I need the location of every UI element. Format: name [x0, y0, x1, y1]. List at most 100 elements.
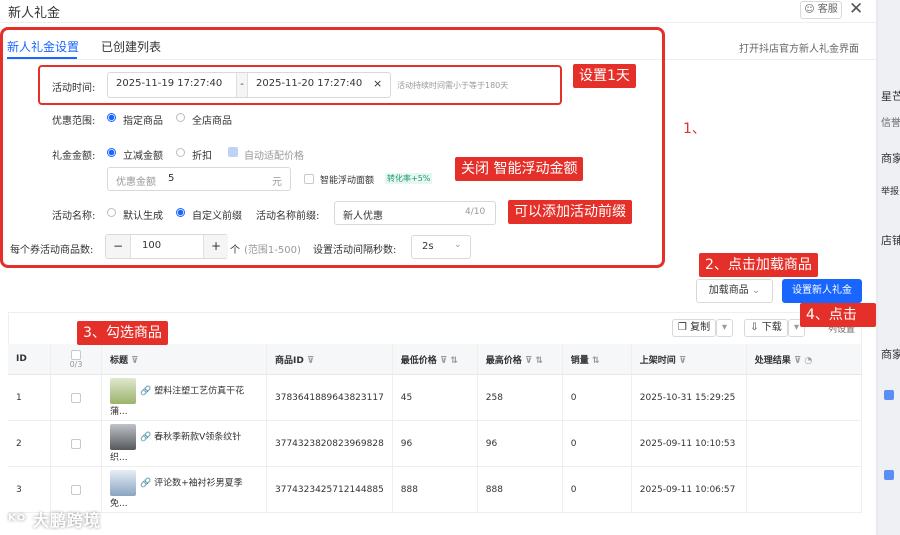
filter-icon[interactable]: ⊽ — [131, 356, 138, 366]
header-result: 处理结果 ⊽ ◔ — [746, 344, 863, 375]
header-listed-time: 上架时间 ⊽ — [631, 344, 747, 375]
watermark-logo: ᴷᴼ 大鹏跨境 — [8, 511, 101, 530]
cell-product-id: 3783641889643823117 — [266, 374, 393, 421]
chevron-down-icon: ▾ — [793, 322, 800, 333]
sort-icon[interactable]: ⇅ — [450, 356, 458, 366]
filter-icon[interactable]: ⊽ — [307, 356, 314, 366]
table-row[interactable]: 2 🔗 春秋季新款V领条纹针织... 3774323820823969828 9… — [8, 420, 863, 467]
setup-gift-button[interactable]: 设置新人礼金 — [782, 279, 862, 303]
cell-title: 🔗 评论数+袖衬衫男夏季免... — [101, 466, 267, 513]
cell-id: 3 — [8, 466, 51, 513]
filter-icon[interactable]: ⊽ — [794, 356, 801, 366]
annotation-click-load: 2、点击加载商品 — [699, 253, 818, 277]
cell-listed-time: 2025-09-11 10:06:57 — [631, 466, 747, 513]
cell-max-price: 888 — [477, 466, 563, 513]
watermark-text: 大鹏跨境 — [32, 511, 101, 530]
link-icon[interactable]: 🔗 — [140, 387, 151, 397]
link-icon[interactable]: 🔗 — [140, 479, 151, 489]
cell-max-price: 258 — [477, 374, 563, 421]
row-checkbox[interactable] — [71, 438, 81, 449]
chevron-down-icon: ▾ — [721, 322, 728, 333]
header-time-label: 上架时间 — [639, 355, 676, 366]
header-title: 标题 ⊽ — [101, 344, 267, 375]
header-sales-label: 销量 — [570, 355, 589, 366]
header-max-label: 最高价格 — [485, 355, 522, 366]
bg-text: 星芒 — [881, 90, 900, 103]
cell-min-price: 45 — [392, 374, 478, 421]
new-user-gift-dialog: 新人礼金 ☺ 客服 ✕ 新人礼金设置 已创建列表 打开抖店官方新人礼金界面 活动… — [0, 0, 876, 535]
cell-sales: 0 — [562, 374, 632, 421]
row-checkbox[interactable] — [71, 392, 81, 403]
cell-sales: 0 — [562, 466, 632, 513]
load-goods-label: 加载商品 — [708, 285, 749, 296]
copy-button[interactable]: ❐ 复制 — [672, 319, 716, 337]
filter-icon[interactable]: ⊽ — [679, 356, 686, 366]
cell-select — [50, 420, 102, 467]
product-thumbnail — [110, 424, 136, 450]
header-product-id: 商品ID ⊽ — [266, 344, 393, 375]
sort-icon[interactable]: ⇅ — [535, 356, 543, 366]
goods-table: ID 0/3 标题 ⊽ 商品ID ⊽ 最低价格 ⊽ ⇅ 最高价格 ⊽ ⇅ 销量 … — [8, 344, 863, 513]
load-goods-button[interactable]: 加载商品 ⌄ — [696, 279, 773, 303]
open-official-link[interactable]: 打开抖店官方新人礼金界面 — [739, 40, 859, 55]
annotation-set-one-day: 设置1天 — [573, 64, 636, 88]
annotation-add-prefix: 可以添加活动前缀 — [508, 200, 632, 224]
bg-icon — [884, 470, 894, 480]
cell-product-id: 3774323425712144885 — [266, 466, 393, 513]
cell-title: 🔗 春秋季新款V领条纹针织... — [101, 420, 267, 467]
cell-max-price: 96 — [477, 420, 563, 467]
close-icon[interactable]: ✕ — [849, 0, 863, 19]
header-title-label: 标题 — [110, 355, 129, 366]
header-result-label: 处理结果 — [754, 355, 791, 366]
header-sales: 销量 ⇅ — [562, 344, 632, 375]
download-button[interactable]: ⇩ 下载 — [744, 319, 788, 337]
annotation-select-goods: 3、勾选商品 — [77, 321, 168, 345]
filter-icon[interactable]: ⊽ — [440, 356, 447, 366]
header-select: 0/3 — [50, 344, 102, 375]
bg-text: 店铺 — [881, 234, 900, 247]
header-pid-label: 商品ID — [275, 355, 304, 366]
copy-label: 复制 — [690, 322, 711, 333]
divider — [0, 22, 876, 23]
cell-sales: 0 — [562, 420, 632, 467]
download-label: 下载 — [761, 322, 782, 333]
dialog-title: 新人礼金 — [8, 6, 61, 21]
cell-select — [50, 374, 102, 421]
cell-result — [746, 420, 863, 467]
bg-text: 商家 — [881, 348, 900, 361]
cell-result — [746, 466, 863, 513]
link-icon[interactable]: 🔗 — [140, 433, 151, 443]
chevron-down-icon: ⌄ — [751, 285, 761, 296]
sort-icon[interactable]: ⇅ — [592, 356, 600, 366]
bg-text: 举报 — [881, 187, 900, 197]
annotation-click-setup: 4、点击设置 — [800, 303, 876, 347]
product-thumbnail — [110, 470, 136, 496]
header-min-label: 最低价格 — [400, 355, 437, 366]
cell-listed-time: 2025-09-11 10:10:53 — [631, 420, 747, 467]
annotation-settings-box — [0, 27, 665, 268]
filter-icon[interactable]: ⊽ — [525, 356, 532, 366]
row-checkbox[interactable] — [71, 484, 81, 495]
selected-count: 0/3 — [69, 359, 83, 369]
header-min-price: 最低价格 ⊽ ⇅ — [392, 344, 478, 375]
cell-id: 1 — [8, 374, 51, 421]
bg-text: 商家 — [881, 152, 900, 165]
cell-listed-time: 2025-10-31 15:29:25 — [631, 374, 747, 421]
product-thumbnail — [110, 378, 136, 404]
copy-dropdown[interactable]: ▾ — [716, 319, 733, 337]
cell-min-price: 96 — [392, 420, 478, 467]
cs-label: 客服 — [817, 4, 838, 15]
cell-product-id: 3774323820823969828 — [266, 420, 393, 467]
table-row[interactable]: 3 🔗 评论数+袖衬衫男夏季免... 3774323425712144885 8… — [8, 466, 863, 513]
annotation-step-1: 1、 — [683, 121, 706, 137]
customer-service-button[interactable]: ☺ 客服 — [800, 1, 842, 19]
table-row[interactable]: 1 🔗 塑料注塑工艺仿真干花蒲... 3783641889643823117 4… — [8, 374, 863, 421]
cell-min-price: 888 — [392, 466, 478, 513]
cell-title: 🔗 塑料注塑工艺仿真干花蒲... — [101, 374, 267, 421]
background-page: 星芒 信誉 商家 举报 店铺 商家 — [878, 0, 900, 535]
table-header-row: ID 0/3 标题 ⊽ 商品ID ⊽ 最低价格 ⊽ ⇅ 最高价格 ⊽ ⇅ 销量 … — [8, 344, 863, 375]
select-all-checkbox[interactable] — [71, 349, 81, 360]
annotation-close-smart: 关闭 智能浮动金额 — [455, 157, 584, 181]
cell-select — [50, 466, 102, 513]
header-max-price: 最高价格 ⊽ ⇅ — [477, 344, 563, 375]
